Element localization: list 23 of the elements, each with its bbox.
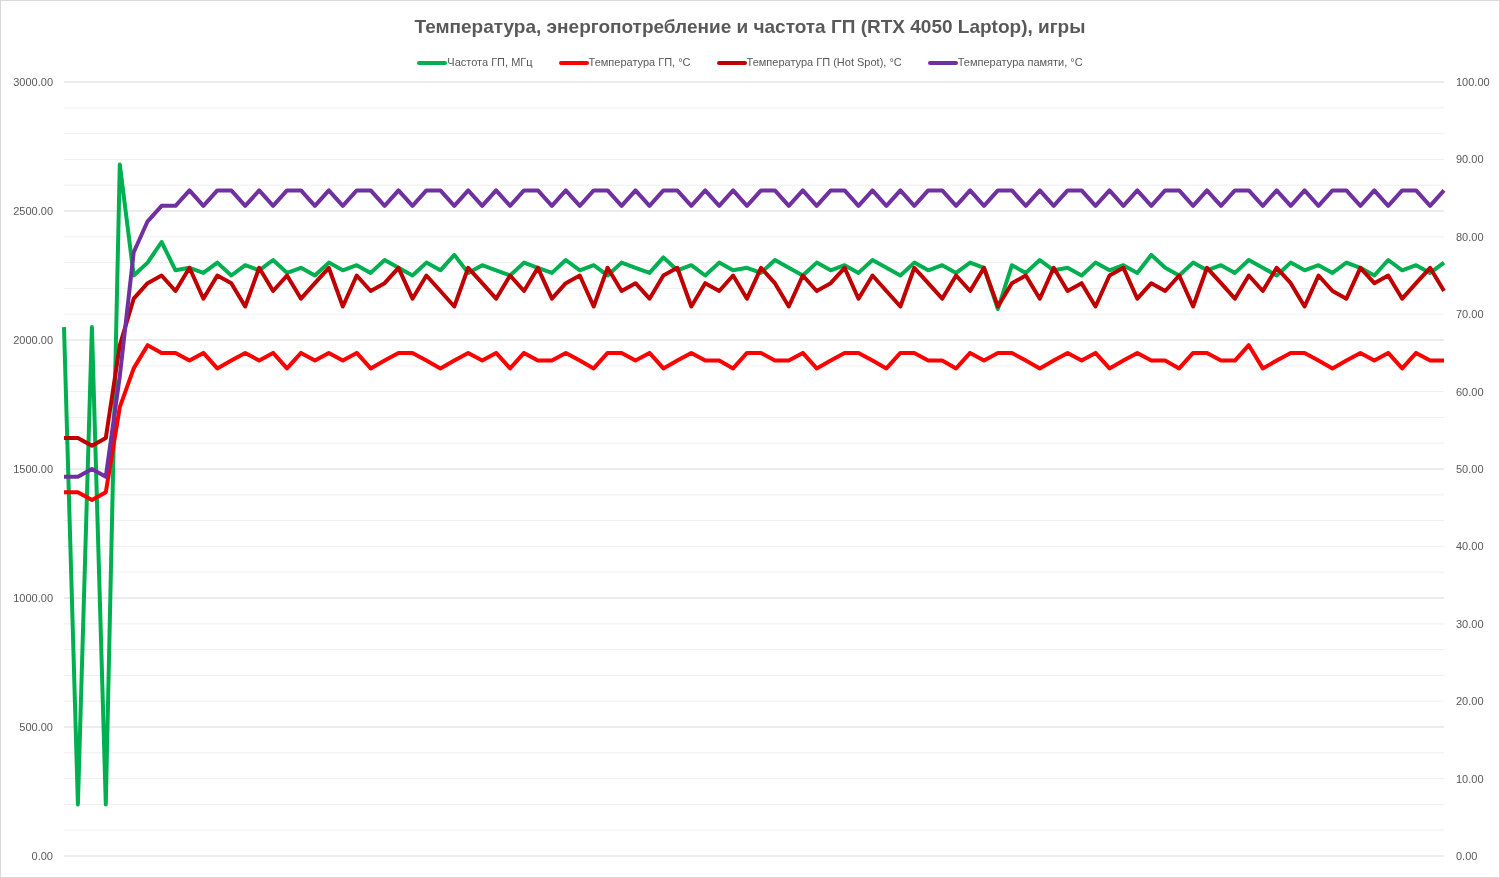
- axis-tick-label: 10.00: [1456, 772, 1484, 785]
- axis-tick-label: 2000.00: [13, 333, 53, 346]
- axis-tick-label: 500.00: [19, 720, 53, 733]
- axis-tick-label: 100.00: [1456, 75, 1490, 88]
- axis-tick-label: 70.00: [1456, 307, 1484, 320]
- legend-label: Температура ГП, °C: [588, 55, 691, 71]
- axis-tick-label: 40.00: [1456, 539, 1484, 552]
- legend-label: Температура памяти, °C: [957, 55, 1083, 71]
- legend-label: Температура ГП (Hot Spot), °C: [746, 55, 902, 71]
- legend-label: Частота ГП, МГц: [447, 55, 533, 71]
- axis-tick-label: 50.00: [1456, 462, 1484, 475]
- chart-title: Температура, энергопотребление и частота ГП (RTX 4050 Laptop), игры: [414, 15, 1086, 39]
- axis-tick-label: 3000.00: [13, 75, 53, 88]
- axis-tick-label: 1000.00: [13, 591, 53, 604]
- axis-tick-label: 1500.00: [13, 462, 53, 475]
- axis-tick-label: 2500.00: [13, 204, 53, 217]
- axis-tick-label: 30.00: [1456, 617, 1484, 630]
- axis-tick-label: 90.00: [1456, 152, 1484, 165]
- axis-tick-label: 0.00: [31, 849, 53, 862]
- axis-tick-label: 60.00: [1456, 385, 1484, 398]
- axis-tick-label: 0.00: [1456, 849, 1478, 862]
- axis-tick-label: 80.00: [1456, 230, 1484, 243]
- axis-tick-label: 20.00: [1456, 694, 1484, 707]
